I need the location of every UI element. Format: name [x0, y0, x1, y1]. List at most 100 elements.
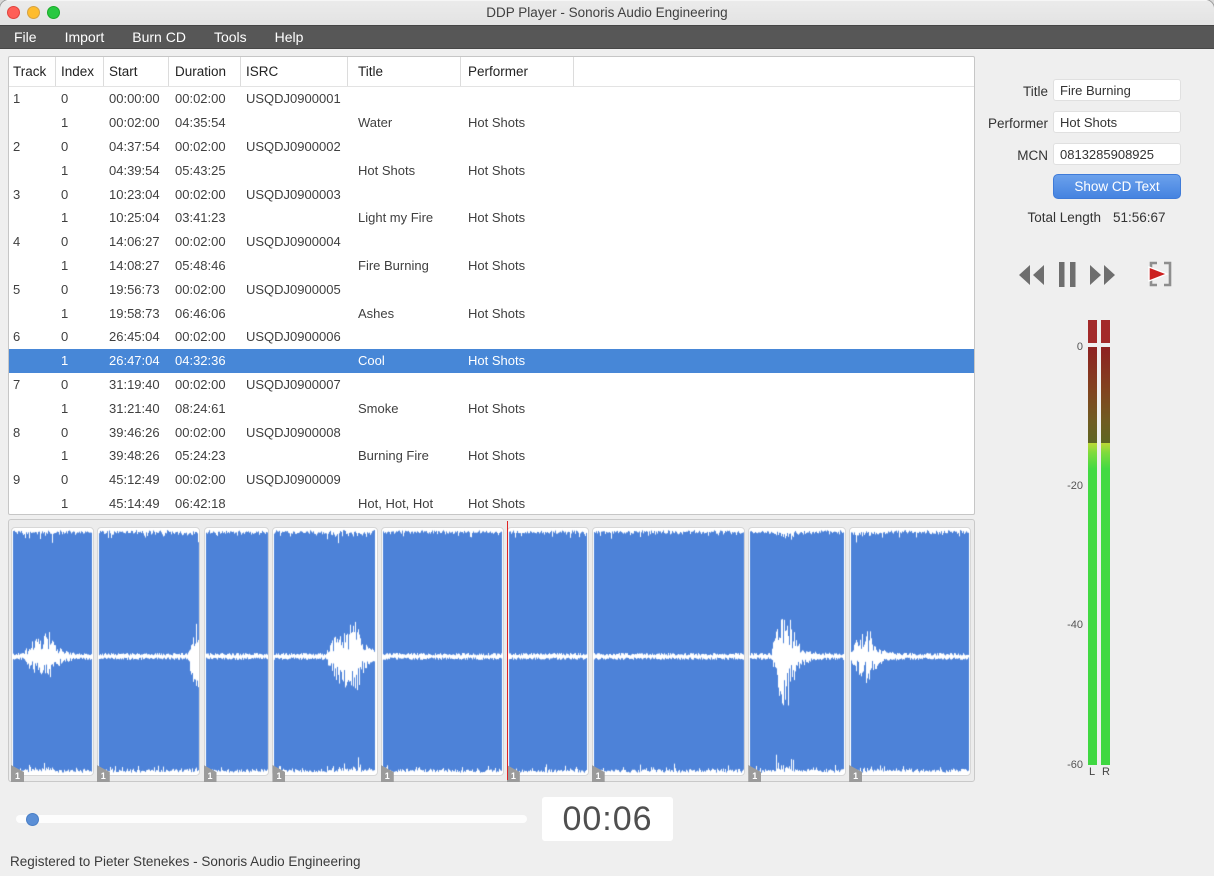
cell-track — [9, 492, 56, 514]
show-cd-text-button[interactable]: Show CD Text — [1053, 174, 1181, 199]
cell-performer — [461, 87, 574, 111]
table-row[interactable]: 1 39:48:26 05:24:23 Burning Fire Hot Shots — [9, 444, 974, 468]
cell-title: Hot, Hot, Hot — [358, 495, 434, 511]
column-header-title[interactable]: Title — [348, 57, 461, 86]
waveform-track-segment[interactable]: 1 — [96, 527, 201, 782]
column-header-start[interactable]: Start — [104, 57, 169, 86]
cell-duration: 00:02:00 — [175, 472, 226, 488]
title-bar: DDP Player - Sonoris Audio Engineering — [0, 0, 1214, 25]
menu-item-burn-cd[interactable]: Burn CD — [118, 27, 200, 47]
table-row[interactable]: 1 10:25:04 03:41:23 Light my Fire Hot Shots — [9, 206, 974, 230]
cell-index: 1 — [61, 495, 69, 511]
cell-isrc: USQDJ0900003 — [246, 186, 341, 202]
cell-duration: 05:48:46 — [175, 257, 226, 273]
seek-slider-track[interactable] — [16, 815, 527, 823]
pause-button[interactable] — [1058, 261, 1077, 291]
waveform-track-segment[interactable]: 1 — [272, 527, 378, 782]
table-row[interactable]: 1 00:02:00 04:35:54 Water Hot Shots — [9, 111, 974, 135]
table-row[interactable]: 1 0 00:00:00 00:02:00 USQDJ0900001 — [9, 87, 974, 111]
table-row[interactable]: 8 0 39:46:26 00:02:00 USQDJ0900008 — [9, 420, 974, 444]
table-row[interactable]: 1 04:39:54 05:43:25 Hot Shots Hot Shots — [9, 158, 974, 182]
total-length-value: 51:56:67 — [1113, 210, 1166, 225]
table-row[interactable]: 1 14:08:27 05:48:46 Fire Burning Hot Shots — [9, 254, 974, 278]
cell-duration: 00:02:00 — [175, 138, 226, 154]
menu-item-import[interactable]: Import — [51, 27, 119, 47]
cell-duration: 06:42:18 — [175, 495, 226, 511]
waveform-track-segment[interactable]: 1 — [380, 527, 504, 782]
cell-track: 2 — [13, 138, 21, 154]
waveform-track-segment[interactable]: 1 — [203, 527, 270, 782]
cell-start: 00:02:00 — [109, 115, 160, 131]
column-header-performer[interactable]: Performer — [461, 57, 574, 86]
table-row[interactable]: 1 31:21:40 08:24:61 Smoke Hot Shots — [9, 396, 974, 420]
cell-index: 0 — [61, 91, 69, 107]
menu-item-file[interactable]: File — [0, 27, 51, 47]
rewind-icon — [1016, 265, 1046, 291]
cell-isrc: USQDJ0900002 — [246, 138, 341, 154]
table-row[interactable]: 1 45:14:49 06:42:18 Hot, Hot, Hot Hot Shots — [9, 492, 974, 514]
seek-slider-thumb[interactable] — [25, 813, 39, 826]
waveform-track-segment[interactable]: 1 — [11, 527, 94, 782]
table-row[interactable]: 1 19:58:73 06:46:06 Ashes Hot Shots — [9, 301, 974, 325]
cell-track: 4 — [13, 234, 21, 250]
waveform-canvas — [749, 528, 846, 775]
cell-index: 0 — [61, 281, 69, 297]
cell-start: 39:46:26 — [109, 424, 160, 440]
cell-title — [348, 230, 461, 254]
cell-performer: Hot Shots — [468, 305, 526, 321]
waveform-canvas — [12, 528, 93, 775]
cell-duration: 00:02:00 — [175, 186, 226, 202]
column-header-isrc[interactable]: ISRC — [241, 57, 348, 86]
cell-track: 7 — [13, 376, 21, 392]
waveform-canvas — [204, 528, 269, 775]
column-header-track[interactable]: Track — [9, 57, 56, 86]
title-field[interactable] — [1053, 79, 1181, 101]
cell-isrc — [241, 158, 348, 182]
cell-start: 10:23:04 — [109, 186, 160, 202]
table-row[interactable]: 7 0 31:19:40 00:02:00 USQDJ0900007 — [9, 373, 974, 397]
play-to-marker-button[interactable] — [1141, 258, 1174, 293]
cell-duration: 00:02:00 — [175, 91, 226, 107]
table-row[interactable]: 4 0 14:06:27 00:02:00 USQDJ0900004 — [9, 230, 974, 254]
cell-title: Hot Shots — [358, 162, 416, 178]
table-row[interactable]: 2 0 04:37:54 00:02:00 USQDJ0900002 — [9, 135, 974, 159]
table-row[interactable]: 1 26:47:04 04:32:36 Cool Hot Shots — [9, 348, 974, 373]
menu-item-tools[interactable]: Tools — [200, 27, 261, 47]
menu-item-help[interactable]: Help — [261, 27, 318, 47]
performer-field[interactable] — [1053, 111, 1181, 133]
waveform-canvas — [381, 528, 503, 775]
menu-bar: File Import Burn CD Tools Help — [0, 25, 1214, 49]
cell-start: 39:48:26 — [109, 448, 160, 464]
cell-isrc: USQDJ0900001 — [246, 91, 341, 107]
waveform-track-segment[interactable]: 1 — [849, 527, 971, 782]
table-header-row: Track Index Start Duration ISRC Title Performe… — [9, 57, 974, 87]
cell-index: 1 — [61, 400, 69, 416]
cell-track: 5 — [13, 281, 21, 297]
waveform-track-segment[interactable]: 1 — [748, 527, 847, 782]
rewind-button[interactable] — [1016, 262, 1046, 291]
cell-index: 0 — [61, 376, 69, 392]
waveform-track-segment[interactable]: 1 — [506, 527, 589, 782]
fast-forward-button[interactable] — [1088, 262, 1118, 291]
table-row[interactable]: 3 0 10:23:04 00:02:00 USQDJ0900003 — [9, 182, 974, 206]
cell-index: 0 — [61, 138, 69, 154]
column-header-duration[interactable]: Duration — [169, 57, 241, 86]
table-row[interactable]: 9 0 45:12:49 00:02:00 USQDJ0900009 — [9, 468, 974, 492]
table-row[interactable]: 6 0 26:45:04 00:02:00 USQDJ0900006 — [9, 325, 974, 349]
table-row[interactable]: 5 0 19:56:73 00:02:00 USQDJ0900005 — [9, 277, 974, 301]
column-header-index[interactable]: Index — [56, 57, 104, 86]
meter-scale-label: -20 — [1067, 479, 1083, 492]
cell-start: 19:56:73 — [109, 281, 160, 297]
app-window: DDP Player - Sonoris Audio Engineering F… — [0, 0, 1214, 876]
cell-start: 45:12:49 — [109, 472, 160, 488]
waveform-panel[interactable]: 111111111 — [8, 519, 975, 782]
cell-start: 10:25:04 — [109, 210, 160, 226]
cell-title: Burning Fire — [358, 448, 429, 464]
mcn-field[interactable] — [1053, 143, 1181, 165]
cell-isrc: USQDJ0900009 — [246, 472, 341, 488]
cell-start: 14:08:27 — [109, 257, 160, 273]
track-table: Track Index Start Duration ISRC Title Performe… — [8, 56, 975, 515]
cell-track — [9, 206, 56, 230]
meter-scale-label: 0 — [1076, 341, 1083, 353]
waveform-track-segment[interactable]: 1 — [591, 527, 746, 782]
